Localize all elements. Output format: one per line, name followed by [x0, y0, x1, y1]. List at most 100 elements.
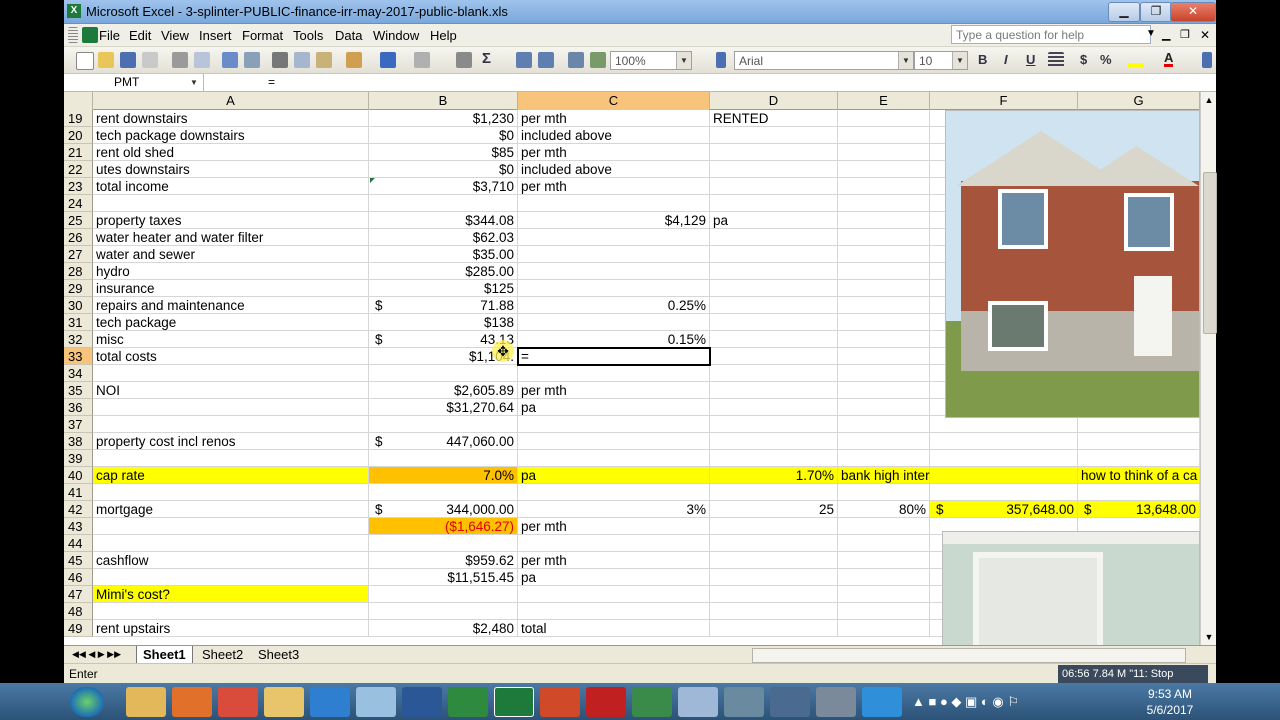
cell-f40[interactable] — [930, 467, 1078, 484]
cell-a29[interactable]: insurance — [93, 280, 369, 297]
cell-e19[interactable] — [838, 110, 930, 127]
row-header[interactable]: 28 — [64, 263, 93, 280]
cell-e20[interactable] — [838, 127, 930, 144]
print-preview-icon[interactable] — [194, 52, 210, 68]
cell-e41[interactable] — [838, 484, 930, 501]
cell-e26[interactable] — [838, 229, 930, 246]
cell-b20[interactable]: $0 — [369, 127, 518, 144]
cell-b24[interactable] — [369, 195, 518, 212]
cell-e46[interactable] — [838, 569, 930, 586]
cell-d23[interactable] — [710, 178, 838, 195]
cell-c28[interactable] — [518, 263, 710, 280]
cell-b27[interactable]: $35.00 — [369, 246, 518, 263]
word-task-icon[interactable] — [402, 687, 442, 717]
cell-b40[interactable]: 7.0% — [369, 467, 518, 484]
menu-file[interactable]: File — [99, 28, 120, 43]
cell-d39[interactable] — [710, 450, 838, 467]
cell-d32[interactable] — [710, 331, 838, 348]
cell-f37[interactable] — [930, 416, 1078, 433]
cell-c24[interactable] — [518, 195, 710, 212]
new-file-icon[interactable] — [76, 52, 94, 70]
cell-c32[interactable]: 0.15% — [518, 331, 710, 348]
publisher-task-icon[interactable] — [724, 687, 764, 717]
cell-b44[interactable] — [369, 535, 518, 552]
cell-c26[interactable] — [518, 229, 710, 246]
cell-a39[interactable] — [93, 450, 369, 467]
cell-e40[interactable]: bank high interest savings acct — [838, 467, 1026, 484]
menu-insert[interactable]: Insert — [199, 28, 232, 43]
cell-a30[interactable]: repairs and maintenance — [93, 297, 369, 314]
row-header[interactable]: 39 — [64, 450, 93, 467]
cell-a24[interactable] — [93, 195, 369, 212]
cell-a19[interactable]: rent downstairs — [93, 110, 369, 127]
cell-d44[interactable] — [710, 535, 838, 552]
formula-input[interactable]: = — [268, 75, 275, 89]
cell-c49[interactable]: total — [518, 620, 710, 637]
font-color-icon[interactable]: A — [1164, 51, 1174, 67]
cell-g41[interactable] — [1078, 484, 1200, 501]
cell-b37[interactable] — [369, 416, 518, 433]
cell-c46[interactable]: pa — [518, 569, 710, 586]
cell-c47[interactable] — [518, 586, 710, 603]
cell-d37[interactable] — [710, 416, 838, 433]
cell-a46[interactable] — [93, 569, 369, 586]
cell-g37[interactable] — [1078, 416, 1200, 433]
cell-b41[interactable] — [369, 484, 518, 501]
cell-a27[interactable]: water and sewer — [93, 246, 369, 263]
underline-icon[interactable]: U — [1026, 52, 1035, 67]
cell-d31[interactable] — [710, 314, 838, 331]
sort-ascending-icon[interactable] — [516, 52, 532, 68]
doc-close-button[interactable]: ✕ — [1200, 28, 1210, 42]
cell-b26[interactable]: $62.03 — [369, 229, 518, 246]
cell-e49[interactable] — [838, 620, 930, 637]
globe-task-icon[interactable] — [632, 687, 672, 717]
menu-format[interactable]: Format — [242, 28, 283, 43]
start-button-icon[interactable] — [70, 687, 104, 717]
cell-d29[interactable] — [710, 280, 838, 297]
cell-e23[interactable] — [838, 178, 930, 195]
row-header[interactable]: 19 — [64, 110, 93, 127]
cell-c20[interactable]: included above — [518, 127, 710, 144]
cell-d41[interactable] — [710, 484, 838, 501]
cell-a34[interactable] — [93, 365, 369, 382]
cell-d34[interactable] — [710, 365, 838, 382]
cell-a41[interactable] — [93, 484, 369, 501]
row-header[interactable]: 26 — [64, 229, 93, 246]
folder-task-icon[interactable] — [264, 687, 304, 717]
cell-d35[interactable] — [710, 382, 838, 399]
cell-e36[interactable] — [838, 399, 930, 416]
cell-b28[interactable]: $285.00 — [369, 263, 518, 280]
italic-icon[interactable]: I — [1004, 52, 1008, 67]
cell-c35[interactable]: per mth — [518, 382, 710, 399]
active-cell-c33[interactable] — [517, 347, 711, 366]
cell-e43[interactable] — [838, 518, 930, 535]
row-header[interactable]: 38 — [64, 433, 93, 450]
scroll-thumb[interactable] — [1203, 172, 1217, 334]
cell-e25[interactable] — [838, 212, 930, 229]
cell-a21[interactable]: rent old shed — [93, 144, 369, 161]
cell-b29[interactable]: $125 — [369, 280, 518, 297]
row-header[interactable]: 40 — [64, 467, 93, 484]
ie-task-icon[interactable] — [310, 687, 350, 717]
col-header-g[interactable]: G — [1078, 92, 1200, 110]
row-header[interactable]: 31 — [64, 314, 93, 331]
percent-icon[interactable]: % — [1100, 52, 1112, 67]
spelling-icon[interactable] — [222, 52, 238, 68]
scroll-up-icon[interactable]: ▲ — [1202, 92, 1216, 108]
cell-a47[interactable]: Mimi's cost? — [93, 586, 369, 603]
tab-sheet2[interactable]: Sheet2 — [196, 646, 249, 663]
cell-c42[interactable]: 3% — [518, 501, 710, 518]
drawing-icon[interactable] — [590, 52, 606, 68]
cell-e24[interactable] — [838, 195, 930, 212]
cut-icon[interactable] — [272, 52, 288, 68]
tab-sheet1[interactable]: Sheet1 — [136, 646, 193, 664]
font-size-select[interactable]: 10 ▼ — [914, 51, 968, 70]
app-task-icon[interactable] — [356, 687, 396, 717]
cell-d24[interactable] — [710, 195, 838, 212]
col-header-a[interactable]: A — [93, 92, 369, 110]
cell-b19[interactable]: $1,230 — [369, 110, 518, 127]
cell-a31[interactable]: tech package — [93, 314, 369, 331]
cell-c30[interactable]: 0.25% — [518, 297, 710, 314]
cell-d47[interactable] — [710, 586, 838, 603]
research-icon[interactable] — [244, 52, 260, 68]
